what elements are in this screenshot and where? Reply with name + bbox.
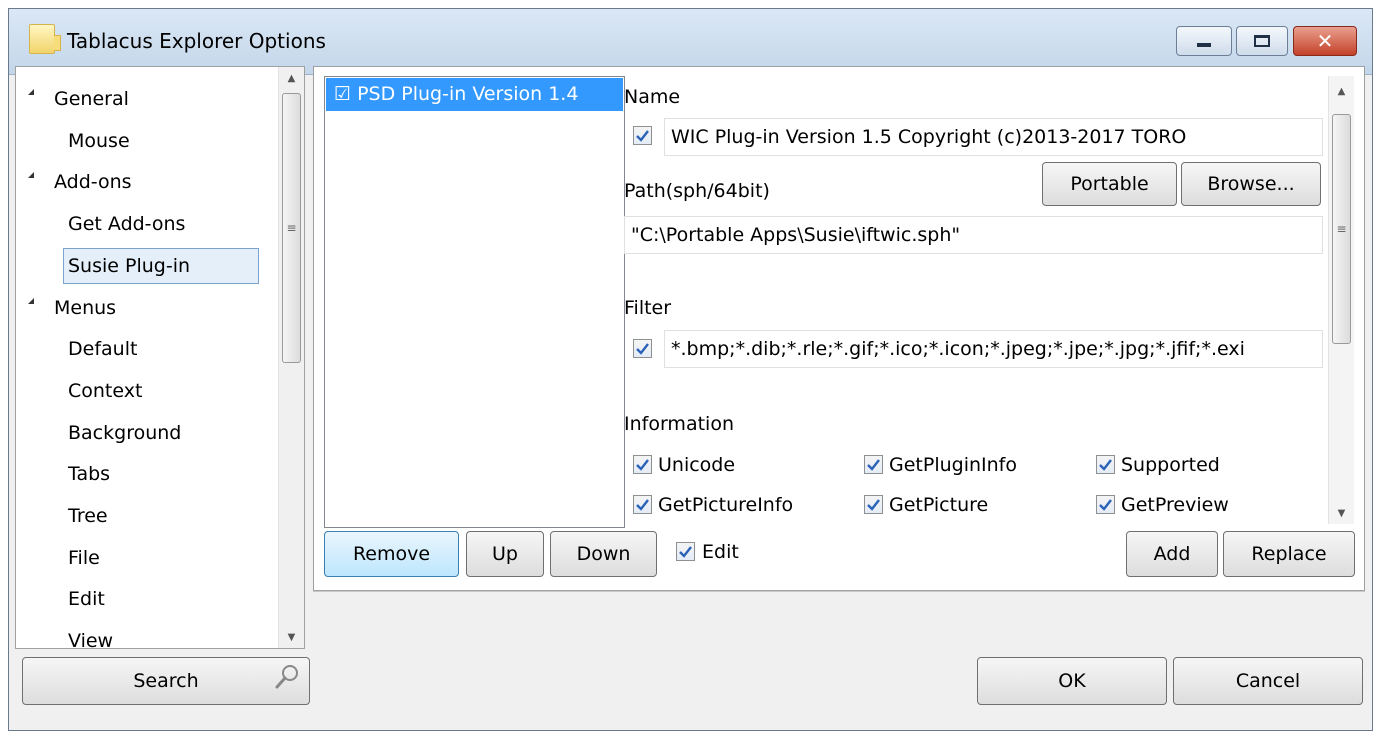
search-label: Search: [133, 670, 199, 692]
tree-item[interactable]: General: [54, 81, 129, 117]
check-icon: [867, 459, 880, 471]
window-title: Tablacus Explorer Options: [67, 29, 326, 53]
path-field[interactable]: "C:\Portable Apps\Susie\iftwic.sph": [624, 216, 1323, 254]
info-checkbox[interactable]: [1096, 495, 1115, 514]
info-checkbox[interactable]: [864, 495, 883, 514]
scroll-up-icon[interactable]: ▲: [1329, 80, 1354, 102]
info-checkbox[interactable]: [633, 495, 652, 514]
up-button[interactable]: Up: [466, 531, 544, 577]
check-icon: [636, 343, 649, 355]
scroll-down-icon[interactable]: ▼: [1329, 502, 1354, 524]
check-icon: [867, 499, 880, 511]
tree-item[interactable]: Default: [68, 331, 137, 367]
tree-item[interactable]: Mouse: [68, 123, 130, 159]
name-field[interactable]: WIC Plug-in Version 1.5 Copyright (c)201…: [664, 118, 1323, 156]
info-checkbox-label: GetPreview: [1121, 494, 1229, 516]
tree-item[interactable]: Get Add-ons: [68, 206, 185, 242]
tree-item[interactable]: Tree: [68, 498, 108, 534]
info-checkbox-label: GetPicture: [889, 494, 989, 516]
close-button[interactable]: ✕: [1293, 26, 1357, 56]
check-icon: [1099, 499, 1112, 511]
tree-item[interactable]: File: [68, 540, 100, 576]
edit-checkbox[interactable]: [676, 542, 695, 561]
browse-button[interactable]: Browse...: [1181, 162, 1321, 206]
minimize-icon: [1197, 43, 1211, 47]
panel-footer-strip: [313, 591, 1365, 647]
scroll-up-icon[interactable]: ▲: [279, 67, 304, 89]
down-button[interactable]: Down: [550, 531, 657, 577]
expand-arrow-icon[interactable]: [28, 297, 34, 304]
info-checkbox-label: Supported: [1121, 454, 1220, 476]
grip-icon: ≡: [286, 221, 297, 235]
filter-checkbox[interactable]: [633, 339, 652, 358]
info-checkbox[interactable]: [1096, 455, 1115, 474]
check-icon: [636, 459, 649, 471]
scroll-thumb[interactable]: ≡: [282, 93, 301, 363]
grip-icon: ≡: [1336, 222, 1347, 236]
check-icon: [636, 130, 649, 142]
scroll-down-icon[interactable]: ▼: [279, 626, 304, 648]
scroll-thumb[interactable]: ≡: [1332, 114, 1351, 344]
search-icon: [275, 665, 298, 689]
close-icon: ✕: [1316, 29, 1334, 53]
details-scrollbar[interactable]: ▲ ≡ ▼: [1328, 76, 1354, 524]
tree-item[interactable]: Susie Plug-in: [63, 247, 259, 284]
folder-icon: [29, 24, 61, 54]
tree-scrollbar[interactable]: ▲ ≡ ▼: [278, 67, 304, 648]
expand-arrow-icon[interactable]: [28, 89, 34, 95]
name-label: Name: [624, 86, 681, 108]
maximize-button[interactable]: [1236, 26, 1288, 56]
check-icon: [679, 546, 692, 558]
info-checkbox-label: Unicode: [658, 454, 736, 476]
search-button[interactable]: Search: [22, 657, 310, 705]
list-item[interactable]: ☑ PSD Plug-in Version 1.4: [326, 78, 623, 111]
tree-item[interactable]: Add-ons: [54, 164, 132, 200]
info-checkbox[interactable]: [633, 455, 652, 474]
check-icon: [636, 499, 649, 511]
tree-item[interactable]: Edit: [68, 581, 105, 617]
add-button[interactable]: Add: [1126, 531, 1218, 577]
tree-item[interactable]: Menus: [54, 290, 116, 326]
tree-item[interactable]: Context: [68, 373, 142, 409]
category-tree[interactable]: General Mouse Add-ons Get Add-ons Susie Plug…: [15, 66, 305, 649]
tree-item[interactable]: Background: [68, 415, 181, 451]
tree-item[interactable]: View: [68, 623, 113, 648]
info-checkbox[interactable]: [864, 455, 883, 474]
name-checkbox[interactable]: [633, 126, 652, 145]
portable-button[interactable]: Portable: [1042, 162, 1177, 206]
ok-button[interactable]: OK: [977, 657, 1167, 705]
remove-button[interactable]: Remove: [324, 531, 459, 577]
info-checkbox-label: GetPluginInfo: [889, 454, 1017, 476]
edit-label: Edit: [702, 541, 739, 563]
minimize-button[interactable]: [1176, 26, 1232, 56]
replace-button[interactable]: Replace: [1223, 531, 1355, 577]
filter-field[interactable]: *.bmp;*.dib;*.rle;*.gif;*.ico;*.icon;*.j…: [664, 330, 1323, 368]
info-checkbox-label: GetPictureInfo: [658, 494, 794, 516]
plugin-list[interactable]: ☑ PSD Plug-in Version 1.4: [324, 76, 625, 528]
filter-label: Filter: [624, 297, 672, 319]
cancel-button[interactable]: Cancel: [1173, 657, 1363, 705]
maximize-icon: [1254, 35, 1270, 47]
check-icon: [1099, 459, 1112, 471]
path-label: Path(sph/64bit): [624, 180, 770, 202]
expand-arrow-icon[interactable]: [28, 172, 34, 179]
tree-item[interactable]: Tabs: [68, 456, 110, 492]
information-label: Information: [624, 413, 734, 435]
